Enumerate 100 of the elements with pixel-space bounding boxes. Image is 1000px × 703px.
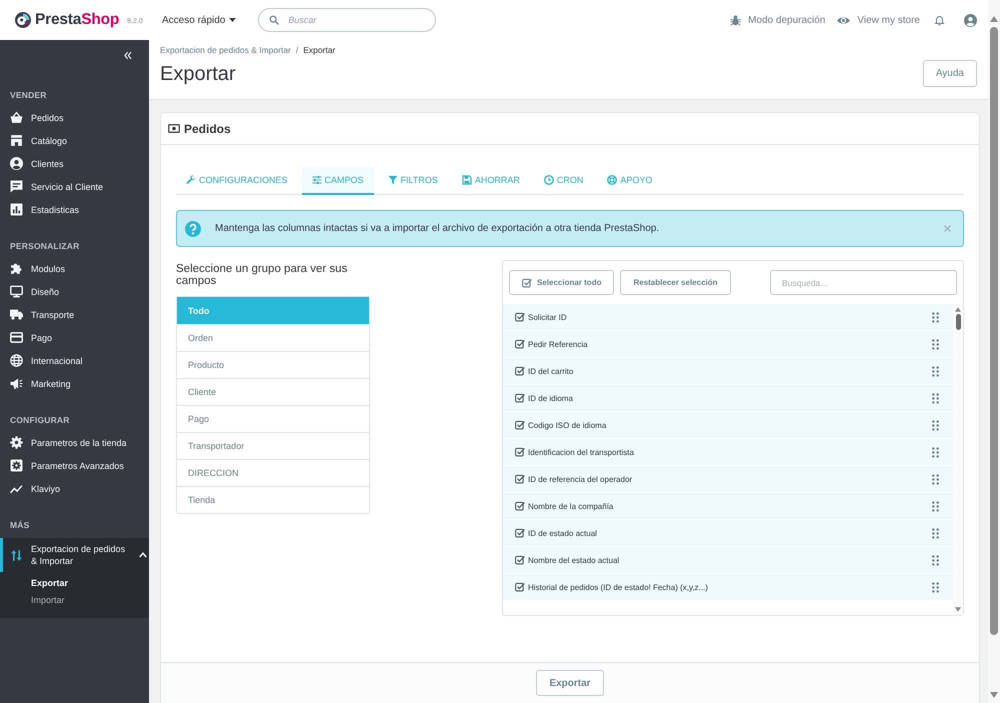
sidebar-item[interactable]: Servicio al Cliente	[0, 175, 149, 198]
sidebar-item[interactable]: Pago	[0, 326, 149, 349]
checkbox-icon[interactable]	[515, 447, 525, 457]
drag-handle-icon[interactable]	[932, 312, 939, 322]
quick-access-menu[interactable]: Acceso rápido	[162, 14, 236, 26]
field-row[interactable]: ID de referencia del operador	[503, 466, 953, 493]
search-field[interactable]: Buscar	[258, 8, 436, 32]
checkbox-icon[interactable]	[515, 339, 525, 349]
checkbox-icon[interactable]	[515, 474, 525, 484]
bell-icon[interactable]	[934, 14, 945, 26]
monitor-icon	[10, 285, 23, 298]
search-field[interactable]: Busqueda...	[770, 270, 957, 295]
drag-handle-icon[interactable]	[932, 582, 939, 592]
sidebar-item[interactable]: Catálogo	[0, 129, 149, 152]
group-item[interactable]: Pago	[177, 405, 369, 432]
scrollbar-track[interactable]	[953, 304, 963, 615]
drag-handle-icon[interactable]	[932, 474, 939, 484]
sidebar-item[interactable]: Parametros Avanzados	[0, 454, 149, 477]
sidebar-section-title: VENDER	[10, 90, 47, 100]
drag-handle-icon[interactable]	[932, 528, 939, 538]
drag-handle-icon[interactable]	[932, 366, 939, 376]
drag-handle-icon[interactable]	[932, 446, 939, 458]
sidebar-subitem[interactable]: Exportar	[31, 578, 68, 588]
credit-card-icon	[10, 331, 23, 344]
select-all-button[interactable]: Seleccionar todo	[509, 270, 614, 295]
field-label: Pedir Referencia	[528, 340, 589, 348]
checkbox-icon[interactable]	[515, 393, 525, 403]
drag-handle-icon[interactable]	[932, 500, 939, 512]
scroll-up-icon[interactable]	[955, 307, 961, 312]
field-row[interactable]: ID del carrito	[503, 358, 953, 385]
field-row[interactable]: Historial de pedidos (ID de estado! Fecha) (x,y,z...)	[503, 574, 953, 601]
sidebar-item[interactable]: Transporte	[0, 303, 149, 326]
field-row[interactable]: ID de estado actual	[503, 520, 953, 547]
megaphone-icon	[10, 377, 23, 390]
bar-chart-icon	[10, 203, 23, 216]
scroll-up-icon[interactable]	[990, 16, 998, 22]
scrollbar-thumb[interactable]	[956, 314, 960, 330]
user-icon[interactable]	[964, 14, 977, 26]
store-icon	[10, 134, 23, 147]
field-row[interactable]: ID de idioma	[503, 385, 953, 412]
sidebar-item[interactable]: Klaviyo	[0, 477, 149, 500]
drag-handle-icon[interactable]	[932, 392, 939, 404]
group-item[interactable]: Transportador	[177, 432, 369, 459]
sidebar-subitem[interactable]: Importar	[31, 594, 65, 604]
checkbox-icon[interactable]	[515, 528, 525, 538]
scrollbar-thumb[interactable]	[990, 27, 998, 635]
reset-selection-button[interactable]: Restablecer selección	[620, 270, 731, 295]
field-row[interactable]: Pedir Referencia	[503, 331, 953, 358]
field-label: Nombre del estado actual	[528, 556, 620, 564]
group-item[interactable]: Cliente	[177, 378, 369, 405]
field-label: ID de estado actual	[528, 528, 598, 538]
debug-mode-link[interactable]: Modo depuración	[730, 14, 826, 26]
sidebar-item[interactable]: Parametros de la tienda	[0, 431, 149, 454]
sliders-icon	[312, 175, 322, 185]
field-row[interactable]: Nombre del estado actual	[503, 547, 953, 574]
scroll-down-icon[interactable]	[955, 607, 961, 612]
checkbox-icon[interactable]	[515, 582, 525, 592]
sidebar-item[interactable]: Diseño	[0, 280, 149, 303]
checkbox-icon[interactable]	[515, 366, 525, 376]
checkbox-icon[interactable]	[515, 420, 525, 430]
export-button[interactable]: Exportar	[536, 670, 604, 696]
group-item[interactable]: Orden	[177, 324, 369, 351]
field-row[interactable]: Codigo ISO de idioma	[503, 412, 953, 439]
sidebar-section-title: PERSONALIZAR	[10, 240, 80, 250]
field-label: ID de referencia del operador	[528, 474, 634, 484]
checkbox-icon[interactable]	[515, 555, 525, 565]
sidebar-item[interactable]: Exportacion de pedidos & Importar	[0, 538, 149, 572]
scrollbar-track[interactable]	[988, 0, 1000, 703]
field-row[interactable]: Identificacion del transportista	[503, 439, 953, 466]
field-row[interactable]: Nombre de la compañía	[503, 493, 953, 520]
help-button[interactable]: Ayuda	[922, 60, 977, 87]
sidebar-item[interactable]: Modulos	[0, 257, 149, 280]
checkbox-icon[interactable]	[515, 312, 525, 322]
sidebar-item[interactable]: Clientes	[0, 152, 149, 175]
wrench-icon	[186, 175, 196, 185]
field-label: ID del carrito	[528, 366, 574, 376]
logo-wordmark[interactable]: PrestaShop	[35, 11, 120, 29]
sidebar-item[interactable]: Pedidos	[0, 106, 149, 129]
double-chevron-left-icon[interactable]	[123, 50, 133, 60]
view-store-link[interactable]: View my store	[837, 14, 920, 26]
group-item[interactable]: Tienda	[177, 486, 369, 513]
lifebuoy-icon	[607, 175, 618, 185]
drag-handle-icon[interactable]	[932, 338, 939, 350]
basket-icon	[10, 111, 23, 124]
chat-icon	[10, 180, 23, 193]
sidebar-item[interactable]: Marketing	[0, 372, 149, 395]
checkbox-icon[interactable]	[515, 501, 525, 511]
field-row[interactable]: Solicitar ID	[503, 304, 953, 331]
field-label: Codigo ISO de idioma	[528, 420, 608, 430]
user-circle-icon	[10, 157, 23, 170]
scroll-down-icon[interactable]	[990, 692, 998, 698]
truck-icon	[10, 308, 23, 321]
group-item[interactable]: Producto	[177, 351, 369, 378]
sidebar-item[interactable]: Estadisticas	[0, 198, 149, 221]
drag-handle-icon[interactable]	[932, 554, 939, 566]
breadcrumb-link[interactable]: Exportacion de pedidos & Importar	[160, 45, 291, 55]
drag-handle-icon[interactable]	[932, 420, 939, 430]
group-item[interactable]: DIRECCION	[177, 459, 369, 486]
gear-square-icon	[10, 459, 23, 472]
sidebar-item[interactable]: Internacional	[0, 349, 149, 372]
